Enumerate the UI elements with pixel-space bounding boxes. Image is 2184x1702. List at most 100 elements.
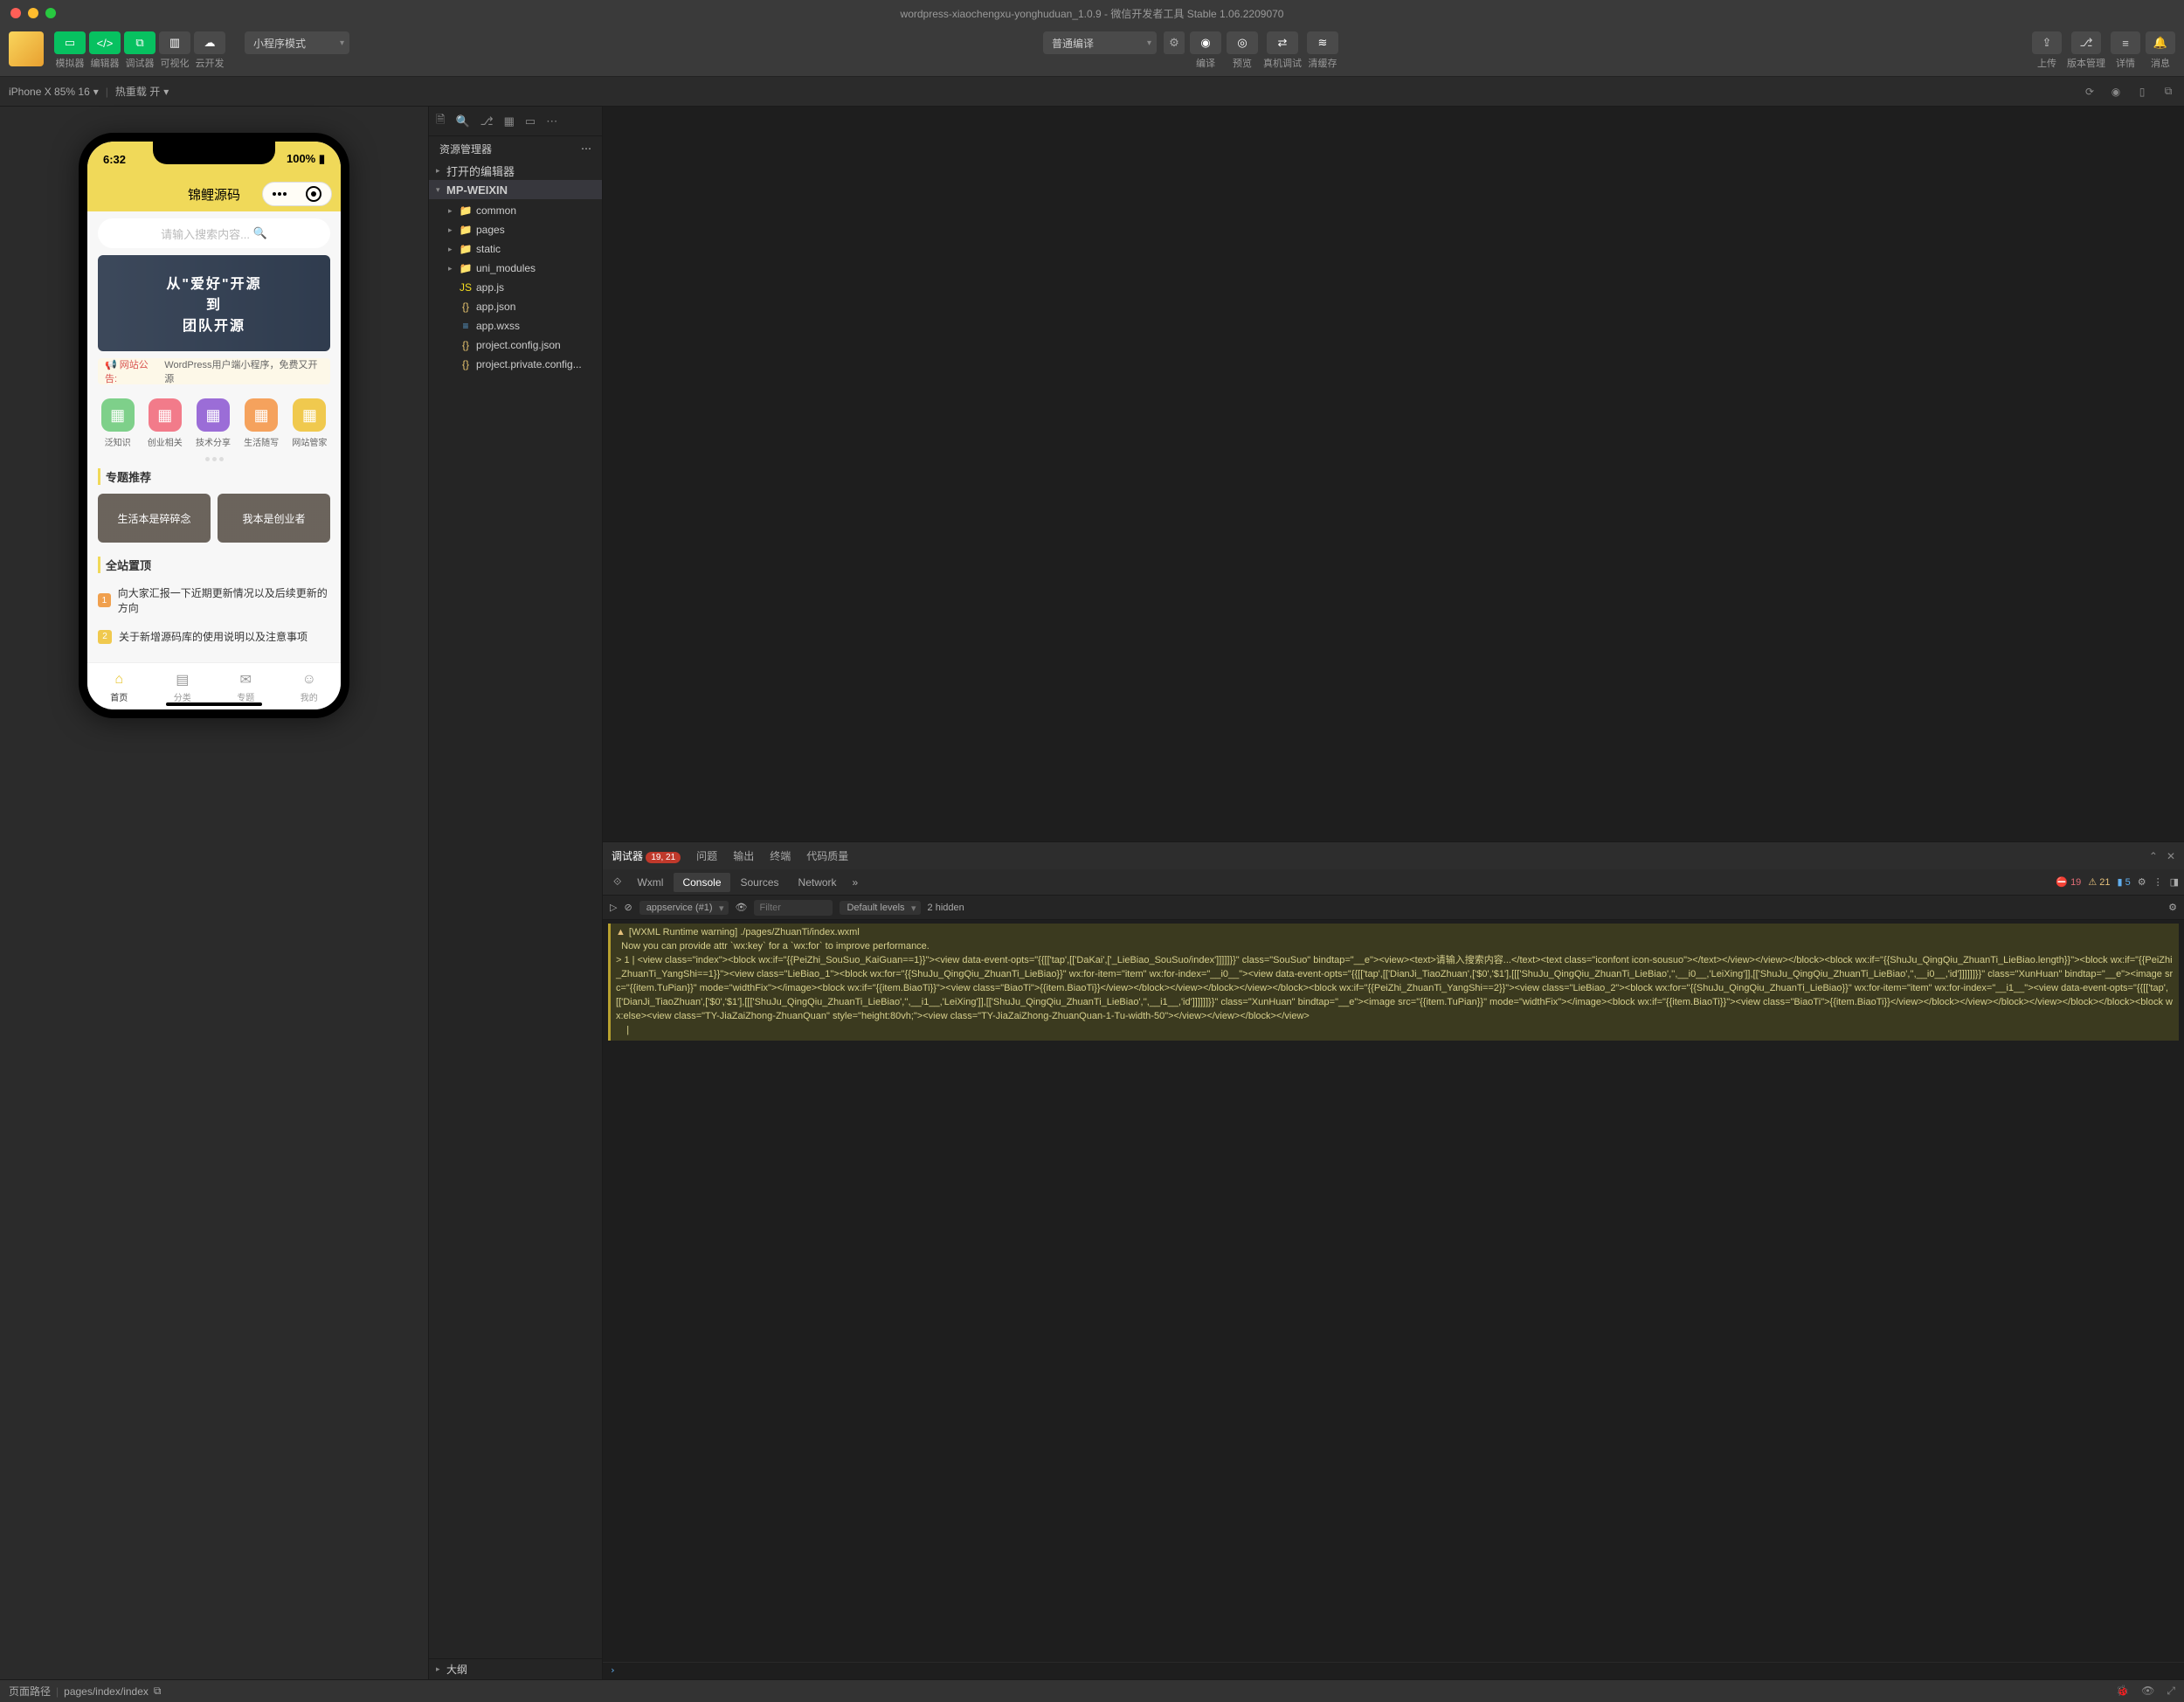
gear-icon[interactable]: ⚙: [2138, 876, 2146, 888]
tree-folder[interactable]: ▸📁static: [429, 239, 602, 259]
minimize-window-button[interactable]: [28, 8, 38, 18]
close-window-button[interactable]: [10, 8, 21, 18]
real-debug-button[interactable]: ⇄真机调试: [1263, 31, 1302, 70]
details-button[interactable]: ≡详情: [2111, 31, 2140, 70]
tree-file[interactable]: {}project.config.json: [429, 336, 602, 355]
console-clear-icon[interactable]: ⊘: [624, 902, 632, 913]
category-item[interactable]: ▦网站管家: [292, 398, 327, 448]
search-input[interactable]: 请输入搜索内容... 🔍: [98, 218, 330, 248]
error-count[interactable]: ⛔ 19: [2056, 876, 2081, 888]
console-gear-icon[interactable]: ⚙: [2168, 902, 2177, 913]
close-icon[interactable]: ✕: [2167, 850, 2175, 862]
console-output[interactable]: ▲[WXML Runtime warning] ./pages/ZhuanTi/…: [603, 920, 2184, 1662]
tab-item[interactable]: ⌂首页: [87, 663, 151, 709]
kebab-icon[interactable]: ⋮: [2153, 876, 2163, 888]
project-root[interactable]: ▾MP-WEIXIN: [429, 180, 602, 199]
topic-card[interactable]: 生活本是碎碎念: [98, 494, 211, 543]
category-item[interactable]: ▦泛知识: [101, 398, 135, 448]
tab-network[interactable]: Network: [790, 873, 846, 892]
context-select[interactable]: appservice (#1): [639, 901, 729, 915]
visualize-toggle[interactable]: ▥可视化: [159, 31, 190, 70]
simulator-toggle[interactable]: ▭模拟器: [54, 31, 86, 70]
warning-count[interactable]: ⚠ 21: [2088, 876, 2110, 888]
capsule-close-icon[interactable]: [306, 186, 321, 202]
user-avatar[interactable]: [9, 31, 44, 66]
hot-reload-label[interactable]: 热重载 开: [115, 84, 160, 99]
version-button[interactable]: ⎇版本管理: [2067, 31, 2105, 70]
chevron-up-icon[interactable]: ⌃: [2149, 850, 2158, 862]
tab-item[interactable]: ☺我的: [278, 663, 342, 709]
inspect-icon[interactable]: ⟐: [608, 875, 626, 889]
cloud-toggle[interactable]: ☁云开发: [194, 31, 225, 70]
clear-cache-button[interactable]: ≋清缓存: [1307, 31, 1338, 70]
file-tree: ▸📁common▸📁pages▸📁static▸📁uni_modulesJSap…: [429, 199, 602, 1658]
explorer-more-icon[interactable]: ⋯: [581, 142, 591, 155]
notify-button[interactable]: 🔔消息: [2146, 31, 2175, 70]
bug-icon[interactable]: 🐞: [2116, 1685, 2129, 1698]
preview-button[interactable]: ◎预览: [1227, 31, 1258, 70]
tab-quality[interactable]: 代码质量: [806, 848, 848, 863]
compile-select[interactable]: 普通编译: [1043, 31, 1157, 54]
search-icon[interactable]: 🔍: [455, 114, 469, 128]
category-item[interactable]: ▦创业相关: [148, 398, 183, 448]
outline-section[interactable]: ▸大纲: [429, 1658, 602, 1679]
tab-terminal[interactable]: 终端: [770, 848, 791, 863]
upload-button[interactable]: ⇪上传: [2032, 31, 2062, 70]
app-header: 锦鲤源码: [87, 176, 341, 211]
debugger-toggle[interactable]: ⧉调试器: [124, 31, 156, 70]
console-warning-entry[interactable]: ▲[WXML Runtime warning] ./pages/ZhuanTi/…: [608, 924, 2179, 1041]
info-count[interactable]: ▮ 5: [2117, 876, 2130, 888]
mode-select[interactable]: 小程序模式: [245, 31, 349, 54]
branch-icon[interactable]: ⎇: [480, 114, 494, 128]
console-play-icon[interactable]: ▷: [610, 902, 617, 913]
editor-toggle[interactable]: </>编辑器: [89, 31, 121, 70]
console-filter-input[interactable]: [754, 900, 833, 916]
extensions-icon[interactable]: ▦: [504, 114, 515, 128]
popout-icon[interactable]: ⧉: [2161, 85, 2175, 99]
tree-file[interactable]: ≡app.wxss: [429, 316, 602, 336]
tree-file[interactable]: JSapp.js: [429, 278, 602, 297]
category-item[interactable]: ▦生活随写: [244, 398, 279, 448]
announcement-bar[interactable]: 📢 网站公告: WordPress用户端小程序，免费又开源: [98, 358, 330, 384]
tree-folder[interactable]: ▸📁common: [429, 201, 602, 220]
tree-file[interactable]: {}app.json: [429, 297, 602, 316]
tab-problems[interactable]: 问题: [696, 848, 717, 863]
console-prompt[interactable]: ›: [603, 1662, 2184, 1679]
more-icon[interactable]: ⋯: [546, 114, 557, 128]
tab-debugger[interactable]: 调试器 19, 21: [612, 848, 681, 863]
tab-wxml[interactable]: Wxml: [628, 873, 672, 892]
maximize-window-button[interactable]: [45, 8, 56, 18]
dock-icon[interactable]: ◨: [2170, 876, 2179, 888]
tab-sources[interactable]: Sources: [732, 873, 788, 892]
eye-icon[interactable]: 👁: [2141, 1685, 2154, 1698]
device-label[interactable]: iPhone X 85% 16: [9, 86, 90, 98]
tab-console[interactable]: Console: [674, 873, 729, 892]
top-list-item[interactable]: 1向大家汇报一下近期更新情况以及后续更新的方向: [87, 578, 341, 622]
copy-icon[interactable]: ⧉: [154, 1685, 162, 1698]
open-editors-section[interactable]: ▸打开的编辑器: [429, 161, 602, 180]
record-icon[interactable]: ◉: [2109, 85, 2123, 99]
category-item[interactable]: ▦技术分享: [196, 398, 231, 448]
tree-file[interactable]: {}project.private.config...: [429, 355, 602, 374]
more-tabs-icon[interactable]: »: [847, 876, 864, 889]
tab-output[interactable]: 输出: [733, 848, 754, 863]
compile-config-icon[interactable]: ⚙: [1164, 31, 1185, 54]
tree-folder[interactable]: ▸📁pages: [429, 220, 602, 239]
banner[interactable]: 从"爱好"开源 到 团队开源: [98, 255, 330, 351]
app-body[interactable]: 请输入搜索内容... 🔍 从"爱好"开源 到 团队开源 📢 网站公告: Word…: [87, 211, 341, 662]
compile-button[interactable]: ◉编译: [1190, 31, 1221, 70]
capsule-menu-icon[interactable]: [273, 192, 287, 196]
hidden-count[interactable]: 2 hidden: [928, 903, 964, 913]
eye-icon[interactable]: 👁: [736, 902, 748, 913]
topic-card[interactable]: 我本是创业者: [218, 494, 330, 543]
top-list-item[interactable]: 2关于新增源码库的使用说明以及注意事项: [87, 622, 341, 651]
tree-folder[interactable]: ▸📁uni_modules: [429, 259, 602, 278]
refresh-icon[interactable]: ⟳: [2083, 85, 2097, 99]
status-path[interactable]: pages/index/index: [64, 1685, 149, 1698]
levels-select[interactable]: Default levels: [840, 901, 920, 915]
files-icon[interactable]: 🗎: [436, 112, 445, 131]
debug-icon[interactable]: ▭: [525, 114, 536, 128]
expand-icon[interactable]: ⤢: [2167, 1685, 2175, 1698]
mobile-icon[interactable]: ▯: [2135, 85, 2149, 99]
mini-program-capsule[interactable]: [262, 182, 332, 206]
